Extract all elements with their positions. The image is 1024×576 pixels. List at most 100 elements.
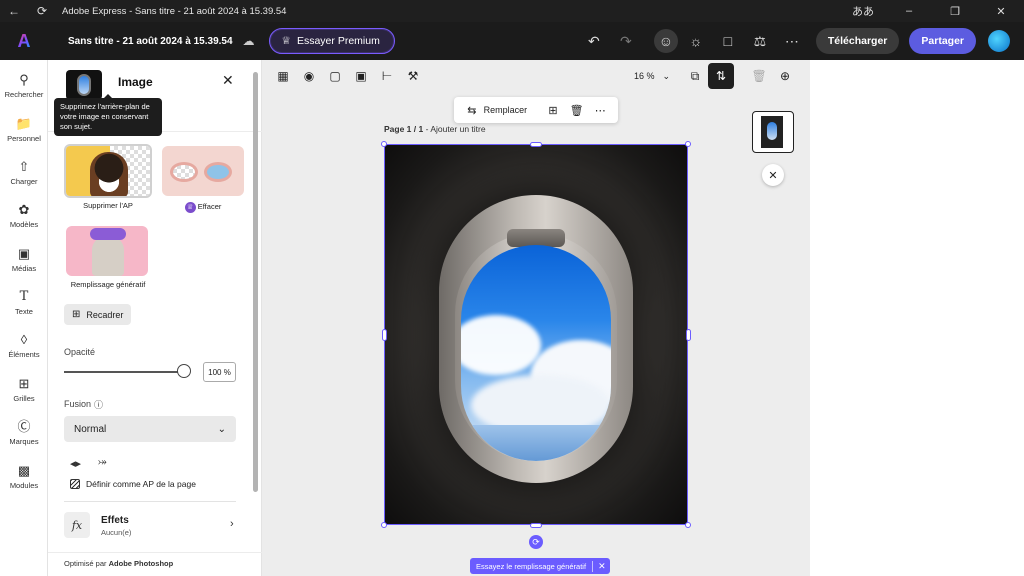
background-pattern-icon bbox=[70, 479, 80, 489]
generative-fill-card[interactable] bbox=[66, 226, 148, 276]
canvas-toolbar: ▦ ◉ ▢ ▣ ⊢ ⚒ 16 % ⌄ ⧉ ⇅ 🗑 ⊕ bbox=[262, 60, 810, 92]
color-palette-icon[interactable]: ◉ bbox=[296, 63, 322, 89]
premium-crown-icon: ♕ bbox=[184, 202, 196, 213]
rotate-handle-icon[interactable]: ⟳ bbox=[529, 535, 543, 549]
share-button[interactable]: Partager bbox=[909, 28, 976, 54]
remove-background-card[interactable] bbox=[64, 144, 152, 198]
replace-button[interactable]: Remplacer bbox=[484, 105, 528, 115]
modules-icon: ▩ bbox=[17, 463, 31, 478]
rail-item-modules[interactable]: ▩ Modules bbox=[0, 457, 48, 497]
brands-icon: Ⓒ bbox=[17, 419, 31, 434]
document-title[interactable]: Sans titre - 21 août 2024 à 15.39.54 bbox=[68, 36, 233, 47]
close-window-icon[interactable]: ✕ bbox=[978, 0, 1024, 22]
rail-item-elements[interactable]: ◊ Éléments bbox=[0, 326, 48, 366]
opacity-slider-track[interactable] bbox=[64, 371, 184, 373]
add-page-title-link[interactable]: Ajouter un titre bbox=[430, 124, 485, 134]
selected-image[interactable] bbox=[384, 144, 688, 525]
flask-icon[interactable]: ⚖ bbox=[746, 27, 774, 55]
rail-item-personal[interactable]: 📁 Personnel bbox=[0, 110, 48, 150]
close-icon[interactable]: ✕ bbox=[222, 72, 234, 89]
invite-user-icon[interactable]: ☺ bbox=[653, 29, 678, 53]
flip-vertical-icon[interactable]: ⤖ bbox=[98, 456, 107, 469]
more-options-icon[interactable]: ⋯ bbox=[778, 27, 806, 55]
page-number: Page 1 / 1 bbox=[384, 124, 424, 134]
rail-item-text[interactable]: T Texte bbox=[0, 283, 48, 323]
back-arrow-icon[interactable]: ← bbox=[0, 0, 28, 22]
translate-icon[interactable]: ⚒ bbox=[400, 63, 426, 89]
panel-footer: Optimisé par Adobe Photoshop bbox=[48, 552, 262, 576]
rail-item-search[interactable]: ⚲ Rechercher bbox=[0, 66, 48, 106]
border-icon[interactable]: ▣ bbox=[348, 63, 374, 89]
generative-fill-prompt-label: Essayez le remplissage génératif bbox=[476, 561, 587, 571]
trash-icon[interactable]: 🗑 bbox=[565, 104, 589, 117]
language-icon[interactable]: ああ bbox=[840, 0, 886, 22]
resize-handle-top-right[interactable] bbox=[685, 141, 691, 147]
resize-handle-left[interactable] bbox=[382, 329, 387, 341]
layers-icon[interactable]: ⧉ bbox=[682, 63, 708, 89]
resize-handle-top-left[interactable] bbox=[381, 141, 387, 147]
effects-icon: fx bbox=[64, 512, 90, 538]
effects-row[interactable]: fx Effets Aucun(e) › bbox=[64, 512, 236, 542]
rail-item-upload[interactable]: ⇧ Charger bbox=[0, 153, 48, 193]
remove-background-tooltip: Supprimez l'arrière-plan de votre image … bbox=[54, 94, 162, 136]
blend-mode-value: Normal bbox=[74, 423, 107, 435]
close-icon[interactable]: ✕ bbox=[592, 560, 606, 572]
download-button[interactable]: Télécharger bbox=[815, 28, 900, 54]
cloud-sync-icon[interactable]: ☁ bbox=[243, 34, 255, 48]
panel-scrollbar[interactable] bbox=[253, 72, 258, 492]
text-icon: T bbox=[19, 289, 29, 304]
resize-handle-bottom[interactable] bbox=[530, 523, 542, 528]
section-divider bbox=[64, 501, 236, 502]
page-thumbnail[interactable] bbox=[752, 111, 794, 153]
opacity-slider-handle[interactable] bbox=[177, 364, 191, 378]
undo-icon[interactable]: ↶ bbox=[580, 27, 608, 55]
minimize-icon[interactable]: – bbox=[886, 0, 932, 22]
resize-handle-right[interactable] bbox=[686, 329, 691, 341]
maximize-icon[interactable]: ❐ bbox=[932, 0, 978, 22]
rail-item-templates[interactable]: ✿ Modèles bbox=[0, 196, 48, 236]
resize-handle-bottom-left[interactable] bbox=[381, 522, 387, 528]
flip-horizontal-icon[interactable]: ◂▸ bbox=[70, 457, 81, 470]
avatar[interactable] bbox=[988, 30, 1010, 52]
animate-icon[interactable]: ▦ bbox=[270, 63, 296, 89]
generative-fill-prompt[interactable]: Essayez le remplissage génératif ✕ bbox=[470, 558, 610, 574]
window-titlebar: ← ⟳ Adobe Express - Sans titre - 21 août… bbox=[0, 0, 1024, 22]
crop-tool-icon[interactable]: ⊞ bbox=[541, 104, 565, 117]
media-icon: ▣ bbox=[17, 246, 31, 261]
adobe-express-logo[interactable]: A bbox=[0, 31, 48, 52]
canvas-area: ▦ ◉ ▢ ▣ ⊢ ⚒ 16 % ⌄ ⧉ ⇅ 🗑 ⊕ ⇆ Remplacer ⊞… bbox=[262, 60, 810, 576]
add-icon[interactable]: ⊕ bbox=[772, 63, 798, 89]
folder-icon: 📁 bbox=[15, 116, 33, 131]
redo-icon[interactable]: ↷ bbox=[612, 27, 640, 55]
rail-item-media[interactable]: ▣ Médias bbox=[0, 240, 48, 280]
left-rail: ⚲ Rechercher 📁 Personnel ⇧ Charger ✿ Mod… bbox=[0, 60, 48, 576]
rail-item-grids[interactable]: ⊞ Grilles bbox=[0, 370, 48, 410]
info-icon[interactable]: ⓘ bbox=[94, 398, 103, 411]
refresh-icon[interactable]: ⟳ bbox=[28, 0, 56, 22]
crop-button[interactable]: ⊞ Recadrer bbox=[64, 304, 132, 325]
erase-card[interactable] bbox=[162, 146, 244, 196]
search-icon: ⚲ bbox=[19, 72, 29, 87]
more-options-icon[interactable]: ⋯ bbox=[588, 104, 612, 117]
resize-handle-top[interactable] bbox=[530, 142, 542, 147]
rail-item-brands[interactable]: Ⓒ Marques bbox=[0, 413, 48, 453]
zoom-control[interactable]: 16 % ⌄ bbox=[634, 71, 670, 82]
set-as-page-background-button[interactable]: Définir comme AP de la page bbox=[70, 479, 196, 489]
try-premium-button[interactable]: ♕ Essayer Premium bbox=[268, 28, 395, 54]
replace-icon[interactable]: ⇆ bbox=[460, 104, 484, 117]
blend-mode-select[interactable]: Normal ⌄ bbox=[64, 416, 236, 442]
align-icon[interactable]: ⊢ bbox=[374, 63, 400, 89]
try-premium-label: Essayer Premium bbox=[296, 35, 380, 47]
comment-icon[interactable]: □ bbox=[714, 27, 742, 55]
arrange-icon[interactable]: ⇅ bbox=[708, 63, 735, 89]
shape-mask-icon[interactable]: ▢ bbox=[322, 63, 348, 89]
rail-label: Médias bbox=[11, 264, 37, 273]
delete-disabled-icon[interactable]: 🗑 bbox=[746, 63, 772, 89]
lightbulb-icon[interactable]: ☼ bbox=[682, 27, 710, 55]
opacity-input[interactable]: 100 % bbox=[203, 362, 236, 382]
chevron-down-icon: ⌄ bbox=[217, 423, 226, 435]
generative-fill-label: Remplissage génératif bbox=[70, 280, 146, 289]
powered-by-brand: Adobe Photoshop bbox=[108, 559, 174, 568]
close-icon[interactable]: ✕ bbox=[762, 164, 784, 186]
resize-handle-bottom-right[interactable] bbox=[685, 522, 691, 528]
